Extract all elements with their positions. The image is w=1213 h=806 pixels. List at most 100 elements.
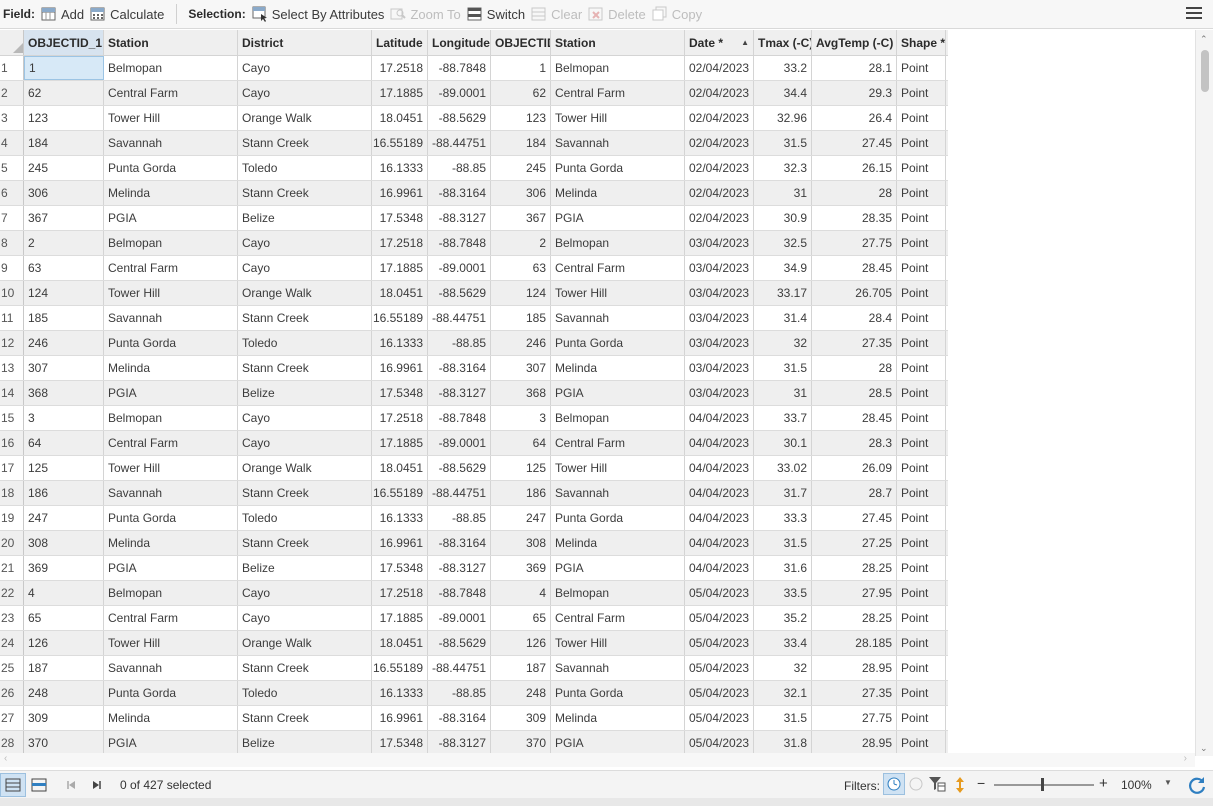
row-number[interactable]: 4: [0, 131, 24, 155]
table-cell[interactable]: 05/04/2023: [685, 731, 754, 755]
table-cell[interactable]: -88.5629: [428, 631, 491, 655]
table-cell[interactable]: 04/04/2023: [685, 481, 754, 505]
table-cell[interactable]: -88.5629: [428, 281, 491, 305]
table-cell[interactable]: Point: [897, 731, 946, 755]
table-cell[interactable]: 18.0451: [372, 456, 428, 480]
table-cell[interactable]: Point: [897, 81, 946, 105]
table-cell[interactable]: 123: [24, 106, 104, 130]
table-cell[interactable]: Stann Creek: [238, 531, 372, 555]
table-cell[interactable]: -88.44751: [428, 131, 491, 155]
table-cell[interactable]: 123: [491, 106, 551, 130]
row-number[interactable]: 2: [0, 81, 24, 105]
table-cell[interactable]: -88.85: [428, 331, 491, 355]
table-cell[interactable]: Point: [897, 381, 946, 405]
table-cell[interactable]: 28.7: [812, 481, 897, 505]
table-cell[interactable]: 31.5: [754, 531, 812, 555]
table-cell[interactable]: Melinda: [104, 356, 238, 380]
table-cell[interactable]: Cayo: [238, 406, 372, 430]
table-cell[interactable]: 308: [491, 531, 551, 555]
table-cell[interactable]: 18.0451: [372, 631, 428, 655]
table-row[interactable]: 17 125 Tower Hill Orange Walk 18.0451 -88.562…: [0, 456, 948, 481]
scroll-up-icon[interactable]: ⌃: [1200, 34, 1208, 45]
row-number[interactable]: 1: [0, 56, 24, 80]
table-cell[interactable]: 04/04/2023: [685, 506, 754, 530]
table-cell[interactable]: 2: [24, 231, 104, 255]
column-header-station-2[interactable]: Station: [551, 30, 685, 55]
table-cell[interactable]: Toledo: [238, 331, 372, 355]
row-number[interactable]: 18: [0, 481, 24, 505]
table-cell[interactable]: Central Farm: [551, 81, 685, 105]
table-cell[interactable]: 370: [491, 731, 551, 755]
table-row[interactable]: 11 185 Savannah Stann Creek 16.55189 -88.4475…: [0, 306, 948, 331]
table-cell[interactable]: PGIA: [104, 381, 238, 405]
calculate-field-button[interactable]: Calculate: [88, 3, 168, 25]
table-cell[interactable]: Stann Creek: [238, 131, 372, 155]
table-cell[interactable]: Tower Hill: [551, 631, 685, 655]
table-cell[interactable]: 17.1885: [372, 431, 428, 455]
table-cell[interactable]: 17.2518: [372, 56, 428, 80]
table-cell[interactable]: Stann Creek: [238, 481, 372, 505]
table-cell[interactable]: 31.4: [754, 306, 812, 330]
table-row[interactable]: 1 1 Belmopan Cayo 17.2518 -88.7848 1 Belmopan 02…: [0, 56, 948, 81]
table-cell[interactable]: 1: [24, 56, 104, 80]
table-cell[interactable]: 28.95: [812, 656, 897, 680]
table-cell[interactable]: 185: [491, 306, 551, 330]
table-cell[interactable]: 17.2518: [372, 231, 428, 255]
table-cell[interactable]: 16.55189: [372, 306, 428, 330]
table-row[interactable]: 14 368 PGIA Belize 17.5348 -88.3127 368 PGIA 03/…: [0, 381, 948, 406]
table-cell[interactable]: 245: [491, 156, 551, 180]
table-cell[interactable]: 32.5: [754, 231, 812, 255]
table-cell[interactable]: -88.7848: [428, 56, 491, 80]
table-cell[interactable]: Tower Hill: [104, 631, 238, 655]
table-cell[interactable]: Point: [897, 606, 946, 630]
table-cell[interactable]: Stann Creek: [238, 706, 372, 730]
table-cell[interactable]: Point: [897, 181, 946, 205]
zoom-to-button[interactable]: Zoom To: [388, 3, 464, 25]
table-cell[interactable]: Tower Hill: [551, 456, 685, 480]
table-cell[interactable]: Point: [897, 256, 946, 280]
column-header-avgtemp[interactable]: AvgTemp (-C): [812, 30, 897, 55]
table-options-menu-icon[interactable]: [1186, 7, 1202, 21]
column-header-district[interactable]: District: [238, 30, 372, 55]
table-row[interactable]: 5 245 Punta Gorda Toledo 16.1333 -88.85 245 Pun…: [0, 156, 948, 181]
table-cell[interactable]: 308: [24, 531, 104, 555]
table-cell[interactable]: 370: [24, 731, 104, 755]
table-cell[interactable]: -88.3164: [428, 706, 491, 730]
table-cell[interactable]: 33.2: [754, 56, 812, 80]
table-cell[interactable]: Melinda: [551, 356, 685, 380]
table-cell[interactable]: 184: [491, 131, 551, 155]
column-header-objectid-1[interactable]: OBJECTID_1 *: [24, 30, 104, 55]
table-cell[interactable]: 17.1885: [372, 606, 428, 630]
zoom-out-button[interactable]: −: [977, 775, 985, 791]
table-row[interactable]: 2 62 Central Farm Cayo 17.1885 -89.0001 62 Cent…: [0, 81, 948, 106]
column-header-shape[interactable]: Shape *: [897, 30, 946, 55]
zoom-level[interactable]: 100%: [1121, 778, 1152, 792]
table-cell[interactable]: Cayo: [238, 231, 372, 255]
table-cell[interactable]: 27.35: [812, 681, 897, 705]
row-number[interactable]: 16: [0, 431, 24, 455]
table-cell[interactable]: 27.25: [812, 531, 897, 555]
table-cell[interactable]: 3: [24, 406, 104, 430]
table-cell[interactable]: Point: [897, 556, 946, 580]
zoom-slider-thumb[interactable]: [1041, 778, 1044, 791]
table-cell[interactable]: 05/04/2023: [685, 681, 754, 705]
table-cell[interactable]: Belmopan: [104, 231, 238, 255]
table-cell[interactable]: Melinda: [551, 531, 685, 555]
table-cell[interactable]: Point: [897, 331, 946, 355]
table-cell[interactable]: 26.15: [812, 156, 897, 180]
table-cell[interactable]: 03/04/2023: [685, 381, 754, 405]
table-cell[interactable]: 185: [24, 306, 104, 330]
table-row[interactable]: 15 3 Belmopan Cayo 17.2518 -88.7848 3 Belmopan 0…: [0, 406, 948, 431]
table-row[interactable]: 21 369 PGIA Belize 17.5348 -88.3127 369 PGIA 04/…: [0, 556, 948, 581]
table-row[interactable]: 3 123 Tower Hill Orange Walk 18.0451 -88.5629…: [0, 106, 948, 131]
table-cell[interactable]: Punta Gorda: [104, 506, 238, 530]
table-row[interactable]: 22 4 Belmopan Cayo 17.2518 -88.7848 4 Belmopan 0…: [0, 581, 948, 606]
column-header-latitude[interactable]: Latitude: [372, 30, 428, 55]
table-row[interactable]: 8 2 Belmopan Cayo 17.2518 -88.7848 2 Belmopan 03…: [0, 231, 948, 256]
table-cell[interactable]: 27.45: [812, 131, 897, 155]
table-cell[interactable]: Tower Hill: [104, 456, 238, 480]
table-cell[interactable]: 309: [24, 706, 104, 730]
table-cell[interactable]: 32.1: [754, 681, 812, 705]
table-cell[interactable]: Melinda: [104, 531, 238, 555]
table-cell[interactable]: 307: [491, 356, 551, 380]
